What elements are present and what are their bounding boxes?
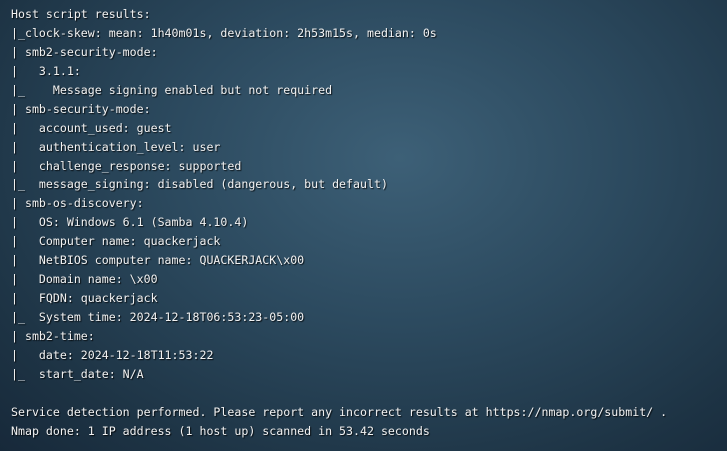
terminal-line: |_ message_signing: disabled (dangerous,… [11,177,388,192]
terminal-line: | OS: Windows 6.1 (Samba 4.10.4) [11,215,249,230]
terminal-line: | smb2-security-mode: [11,44,158,59]
terminal-line: | smb2-time: [11,328,95,343]
terminal-line: | authentication_level: user [11,139,221,154]
terminal-line: | Domain name: \x00 [11,272,158,287]
terminal-line: | 3.1.1: [11,63,81,78]
terminal-line: |_ Message signing enabled but not requi… [11,82,333,97]
terminal-line: | Computer name: quackerjack [11,234,221,249]
terminal-line: | smb-os-discovery: [11,196,144,211]
terminal-line: |_clock-skew: mean: 1h40m01s, deviation:… [11,25,437,40]
terminal-line: |_ System time: 2024-12-18T06:53:23-05:0… [11,310,305,324]
terminal-line: | smb-security-mode: [11,101,151,116]
terminal-line: | account_used: guest [11,120,172,135]
terminal-line: Nmap done: 1 IP address (1 host up) scan… [11,423,430,438]
terminal-line: |_ start_date: N/A [11,366,144,381]
terminal-line: | FQDN: quackerjack [11,291,158,306]
terminal-output[interactable]: Host script results: |_clock-skew: mean: … [11,5,667,441]
terminal-line: | NetBIOS computer name: QUACKERJACK\x00 [11,253,305,268]
terminal-line: | date: 2024-12-18T11:53:22 [11,347,214,362]
terminal-line: | challenge_response: supported [11,158,242,173]
terminal-line: Host script results: [11,7,151,21]
terminal-line: Service detection performed. Please repo… [11,404,668,419]
